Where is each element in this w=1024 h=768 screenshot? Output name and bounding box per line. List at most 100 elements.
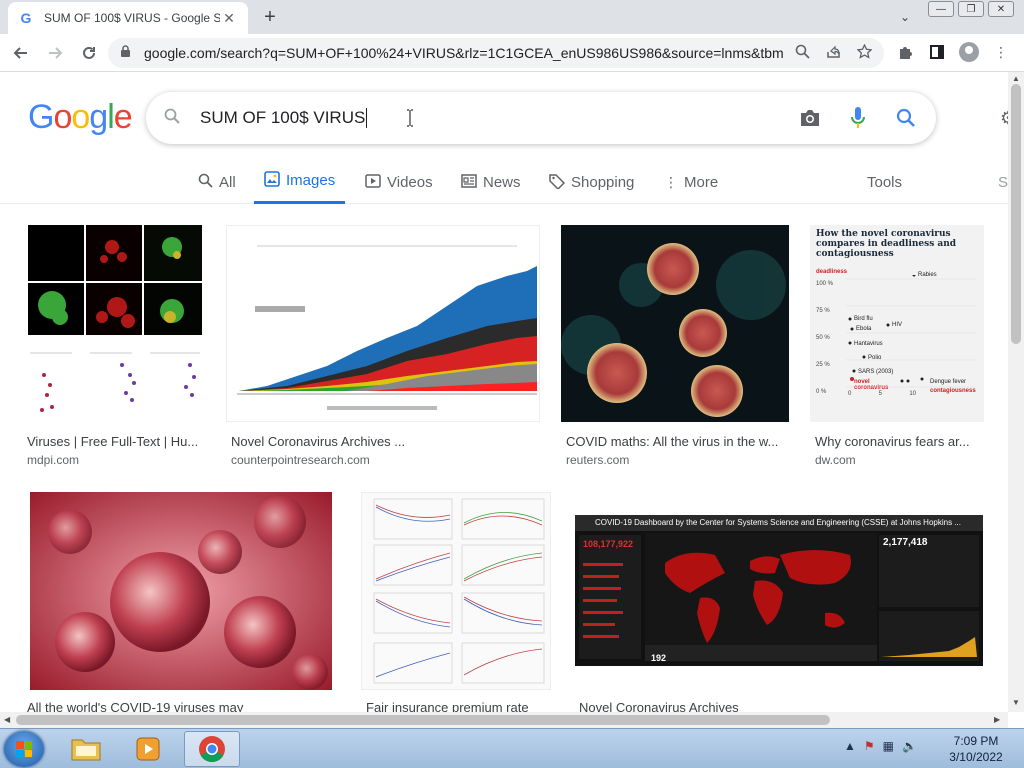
chrome-icon xyxy=(199,736,225,763)
result-title-1[interactable]: Viruses | Free Full-Text | Hu... xyxy=(27,434,205,449)
tab-more[interactable]: ⋮ More xyxy=(664,160,718,204)
minimize-button[interactable]: — xyxy=(928,1,954,17)
windows-taskbar: ▲ ⚑ ▦ 🔈 7:09 PM 3/10/2022 xyxy=(0,728,1024,768)
result-thumb-6[interactable] xyxy=(361,492,551,690)
close-window-button[interactable]: ✕ xyxy=(988,1,1014,17)
result-thumb-2[interactable] xyxy=(226,225,540,422)
result-site-2[interactable]: counterpointresearch.com xyxy=(231,453,370,467)
result-thumb-7[interactable]: COVID-19 Dashboard by the Center for Sys… xyxy=(575,515,983,666)
media-player-taskbar-button[interactable] xyxy=(120,731,176,767)
search-input[interactable]: SUM OF 100$ VIRUS xyxy=(200,108,368,129)
newspaper-icon xyxy=(461,173,477,191)
tab-search-chevron-icon[interactable]: ⌄ xyxy=(896,8,914,26)
tag-icon xyxy=(549,173,566,192)
start-button[interactable] xyxy=(4,731,44,767)
result-site-3[interactable]: reuters.com xyxy=(566,453,629,467)
dw-xtick: 5 xyxy=(878,391,882,397)
image-icon xyxy=(264,171,280,190)
folder-icon xyxy=(71,739,101,761)
window-controls: — ❐ ✕ xyxy=(928,1,1014,17)
bookmark-star-icon[interactable] xyxy=(856,43,873,62)
dw-chart-title: How the novel coronavirus compares in de… xyxy=(816,229,957,259)
horizontal-scroll-thumb[interactable] xyxy=(16,715,830,725)
search-icon xyxy=(198,173,213,191)
action-center-flag-icon[interactable]: ⚑ xyxy=(864,739,875,753)
result-site-4[interactable]: dw.com xyxy=(815,453,856,467)
close-tab-icon[interactable]: ✕ xyxy=(220,9,238,27)
dashboard-deaths: 2,177,418 xyxy=(883,537,928,548)
chrome-taskbar-button[interactable] xyxy=(184,731,240,767)
safesearch-button[interactable]: S xyxy=(998,160,1008,204)
result-thumb-5[interactable] xyxy=(30,492,332,690)
side-panel-icon[interactable] xyxy=(926,39,948,65)
search-submit-icon[interactable] xyxy=(894,106,918,130)
clock-time: 7:09 PM xyxy=(953,734,999,748)
scroll-left-arrow-icon[interactable]: ◀ xyxy=(4,715,10,724)
tab-shopping[interactable]: Shopping xyxy=(549,160,634,204)
tab-images[interactable]: Images xyxy=(254,160,346,204)
windows-logo-icon xyxy=(16,741,32,757)
dashboard-title: COVID-19 Dashboard by the Center for Sys… xyxy=(575,515,983,531)
show-hidden-icons-icon[interactable]: ▲ xyxy=(844,739,856,753)
logo-letter-g2: g xyxy=(89,98,108,136)
tab-strip: G SUM OF 100$ VIRUS - Google Se ✕ + ⌄ — … xyxy=(0,0,1024,34)
tab-all[interactable]: All xyxy=(198,160,236,204)
horizontal-scrollbar[interactable]: ◀ ▶ xyxy=(0,712,1008,728)
result-thumb-4[interactable]: How the novel coronavirus compares in de… xyxy=(810,225,984,422)
tab-news-label: News xyxy=(483,173,521,191)
result-thumb-3[interactable] xyxy=(561,225,789,422)
tab-all-label: All xyxy=(219,173,236,191)
microphone-icon[interactable] xyxy=(846,106,870,130)
more-dots-icon: ⋮ xyxy=(664,173,678,190)
browser-tab[interactable]: G SUM OF 100$ VIRUS - Google Se ✕ xyxy=(8,2,248,34)
dw-xtick: 10 xyxy=(909,391,916,397)
tab-news[interactable]: News xyxy=(461,160,521,204)
system-tray: ▲ ⚑ ▦ 🔈 xyxy=(844,739,917,753)
vertical-scroll-thumb[interactable] xyxy=(1011,84,1021,344)
logo-letter-g: G xyxy=(28,98,54,136)
share-icon[interactable] xyxy=(826,44,841,62)
dw-xtick: 0 xyxy=(848,391,852,397)
tab-images-label: Images xyxy=(286,172,336,189)
google-favicon-icon: G xyxy=(20,10,32,26)
tools-button[interactable]: Tools xyxy=(867,160,902,204)
address-bar[interactable]: google.com/search?q=SUM+OF+100%24+VIRUS&… xyxy=(108,38,884,68)
scroll-up-arrow-icon[interactable]: ▲ xyxy=(1012,74,1020,83)
restore-button[interactable]: ❐ xyxy=(958,1,984,17)
file-explorer-taskbar-button[interactable] xyxy=(58,731,114,767)
system-clock[interactable]: 7:09 PM 3/10/2022 xyxy=(946,733,1006,765)
tab-videos[interactable]: Videos xyxy=(365,160,433,204)
dw-ytick: 75 % xyxy=(816,308,830,314)
forward-arrow-icon[interactable] xyxy=(42,40,68,66)
result-site-1[interactable]: mdpi.com xyxy=(27,453,79,467)
dw-ytick: 50 % xyxy=(816,335,830,341)
vertical-scrollbar[interactable]: ▲ ▼ xyxy=(1008,72,1024,712)
reload-icon[interactable] xyxy=(76,40,102,66)
volume-icon[interactable]: 🔈 xyxy=(902,739,917,753)
profile-avatar-icon[interactable] xyxy=(958,39,980,65)
result-title-3[interactable]: COVID maths: All the virus in the w... xyxy=(566,434,790,449)
logo-letter-e: e xyxy=(113,98,133,136)
search-box[interactable]: SUM OF 100$ VIRUS xyxy=(146,92,936,144)
url-text: google.com/search?q=SUM+OF+100%24+VIRUS&… xyxy=(144,45,784,61)
result-title-2[interactable]: Novel Coronavirus Archives ... xyxy=(231,434,541,449)
back-arrow-icon[interactable] xyxy=(8,40,34,66)
play-icon xyxy=(365,173,381,192)
logo-letter-o1: o xyxy=(53,98,72,136)
media-player-icon xyxy=(136,737,160,761)
zoom-icon[interactable] xyxy=(795,44,810,62)
text-cursor-icon xyxy=(406,109,414,132)
result-thumb-1[interactable] xyxy=(22,225,204,422)
result-title-4[interactable]: Why coronavirus fears ar... xyxy=(815,434,985,449)
camera-icon[interactable] xyxy=(798,106,822,130)
logo-letter-o2: o xyxy=(71,98,90,136)
dw-ytick: 0 % xyxy=(816,389,827,395)
network-icon[interactable]: ▦ xyxy=(883,739,894,753)
menu-kebab-icon[interactable]: ⋮ xyxy=(990,39,1012,65)
google-logo[interactable]: Google xyxy=(28,98,133,137)
new-tab-button[interactable]: + xyxy=(258,6,282,28)
extensions-puzzle-icon[interactable] xyxy=(894,39,916,65)
lock-icon[interactable] xyxy=(120,45,134,61)
scroll-right-arrow-icon[interactable]: ▶ xyxy=(994,715,1000,724)
scroll-down-arrow-icon[interactable]: ▼ xyxy=(1012,698,1020,707)
